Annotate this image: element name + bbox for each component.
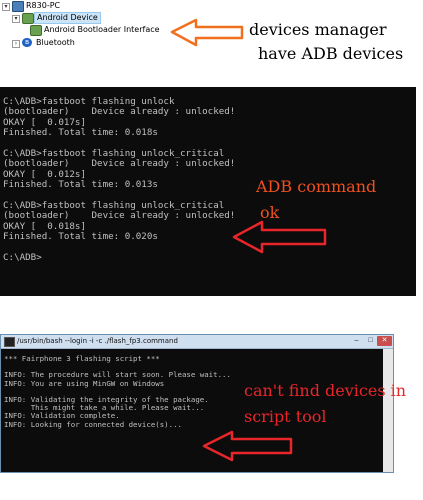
- console-line: INFO: Looking for connected device(s)...: [4, 419, 182, 429]
- console-line: OKAY [ 0.012s]: [3, 168, 86, 180]
- usb-device-icon: [30, 25, 42, 36]
- minimize-button[interactable]: –: [350, 336, 363, 346]
- computer-icon: [12, 1, 24, 12]
- console-line: INFO: You are using MinGW on Windows: [4, 378, 165, 388]
- orange-arrow-icon: [170, 18, 244, 47]
- terminal-icon: [4, 337, 15, 347]
- bluetooth-icon: ʙ: [22, 38, 32, 47]
- console-line: C:\ADB>fastboot flashing unlock_critical: [3, 148, 225, 160]
- tree-item-label: Android Bootloader Interface: [44, 25, 160, 34]
- console-line: (bootloader) Device already : unlocked!: [3, 158, 236, 170]
- window-title: /usr/bin/bash --login -i -c ./flash_fp3.…: [17, 337, 178, 345]
- scrollbar[interactable]: [383, 349, 393, 472]
- console-line: Finished. Total time: 0.018s: [3, 127, 158, 139]
- red-arrow-icon: [202, 430, 293, 462]
- close-button[interactable]: ✕: [377, 336, 392, 346]
- annotation-have-adb-devices: have ADB devices: [258, 44, 404, 63]
- red-arrow-icon: [232, 220, 327, 254]
- maximize-button[interactable]: □: [364, 336, 377, 346]
- console-line: *** Fairphone 3 flashing script ***: [4, 354, 160, 363]
- annotation-cant-find-devices: can't find devices in: [244, 381, 407, 400]
- android-device-icon: [22, 13, 34, 24]
- bash-window[interactable]: /usr/bin/bash --login -i -c ./flash_fp3.…: [0, 334, 394, 473]
- collapse-icon[interactable]: ▾: [2, 3, 10, 11]
- tree-item-label: R830-PC: [26, 1, 61, 10]
- console-line: OKAY [ 0.017s]: [3, 116, 86, 128]
- cmd-output: C:\ADB>fastboot flashing unlock (bootloa…: [0, 87, 416, 264]
- console-line: C:\ADB>fastboot flashing unlock: [3, 96, 175, 107]
- tree-item-label: Android Device: [34, 12, 101, 24]
- expand-icon[interactable]: ›: [12, 40, 20, 48]
- annotation-adb-command: ADB command: [256, 177, 377, 196]
- console-line: (bootloader) Device already : unlocked!: [3, 210, 236, 222]
- console-line: OKAY [ 0.018s]: [3, 220, 86, 232]
- annotation-devices-manager: devices manager: [249, 20, 387, 39]
- console-line: Finished. Total time: 0.020s: [3, 231, 158, 243]
- console-line: C:\ADB>fastboot flashing unlock_critical: [3, 200, 225, 212]
- window-titlebar[interactable]: /usr/bin/bash --login -i -c ./flash_fp3.…: [1, 335, 393, 349]
- console-line: (bootloader) Device already : unlocked!: [3, 106, 236, 118]
- collapse-icon[interactable]: ▾: [12, 15, 20, 23]
- annotation-script-tool: script tool: [244, 407, 327, 426]
- console-line: Finished. Total time: 0.013s: [3, 179, 158, 191]
- tree-item-label: Bluetooth: [36, 38, 75, 47]
- console-line: C:\ADB>: [3, 252, 42, 264]
